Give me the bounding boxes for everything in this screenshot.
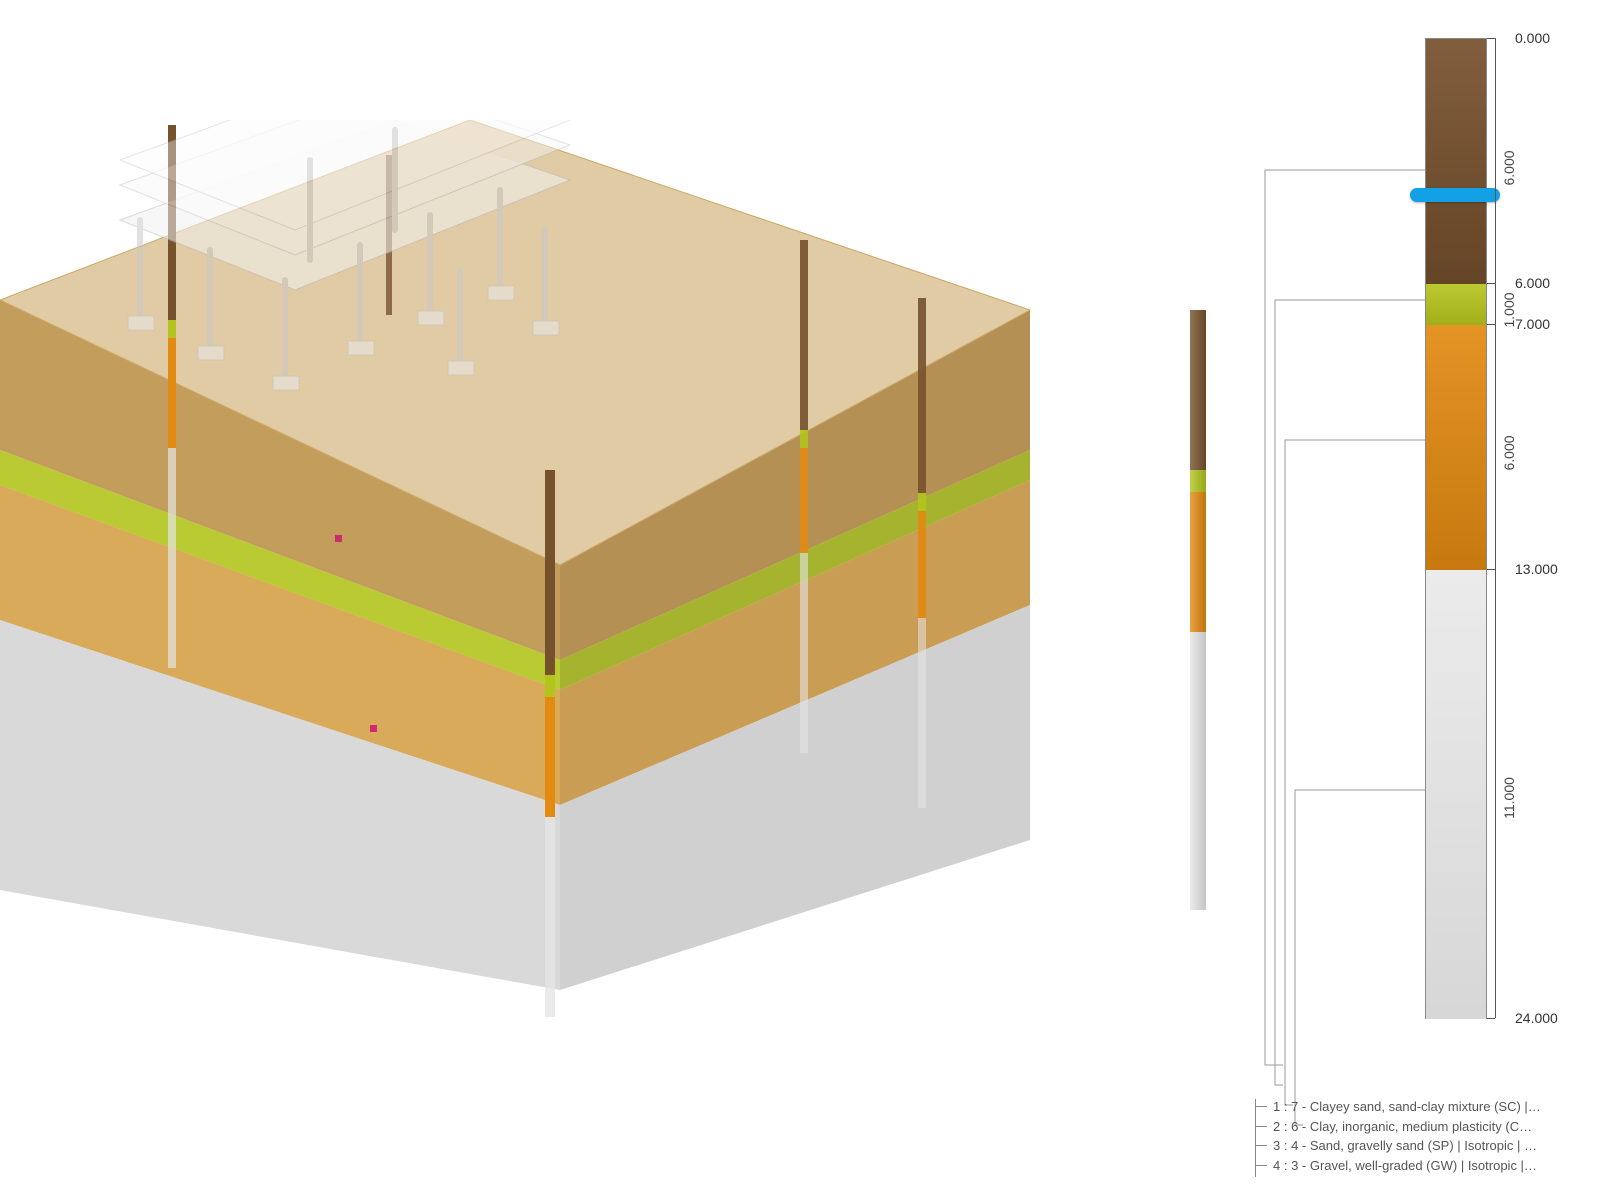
depth-label-7: 7.000 [1515,316,1550,332]
stratum-layer-4 [1426,570,1486,1019]
legend-row-4: 4 : 3 - Gravel, well-graded (GW) | Isotr… [1255,1156,1575,1176]
legend-row-1: 1 : 7 - Clayey sand, sand-clay mixture (… [1255,1097,1575,1117]
soil-block-svg [0,120,1050,1020]
borehole-column [1425,38,1487,1019]
mini-borehole-column [1190,310,1206,910]
depth-label-13: 13.000 [1515,561,1558,577]
legend-row-2: 2 : 6 - Clay, inorganic, medium plastici… [1255,1117,1575,1137]
dim-layer-1: 6.000 [1501,150,1517,185]
stratum-layer-2 [1426,284,1486,325]
depth-label-6: 6.000 [1515,275,1550,291]
borehole-log-panel: 0.000 6.000 7.000 13.000 24.000 6.000 1.… [1255,30,1575,1130]
soil-block-3d-view [0,120,1050,1020]
dim-layer-2: 1.000 [1501,292,1517,327]
dim-layer-4: 11.000 [1501,777,1517,819]
dim-layer-3: 6.000 [1501,435,1517,470]
stratum-layer-3 [1426,325,1486,571]
layer-legend: 1 : 7 - Clayey sand, sand-clay mixture (… [1255,1097,1575,1175]
depth-label-0: 0.000 [1515,30,1550,46]
depth-axis: 0.000 6.000 7.000 13.000 24.000 6.000 1.… [1487,38,1567,1018]
legend-row-3: 3 : 4 - Sand, gravelly sand (SP) | Isotr… [1255,1136,1575,1156]
depth-label-24: 24.000 [1515,1010,1558,1026]
stratum-layer-1 [1426,39,1486,284]
